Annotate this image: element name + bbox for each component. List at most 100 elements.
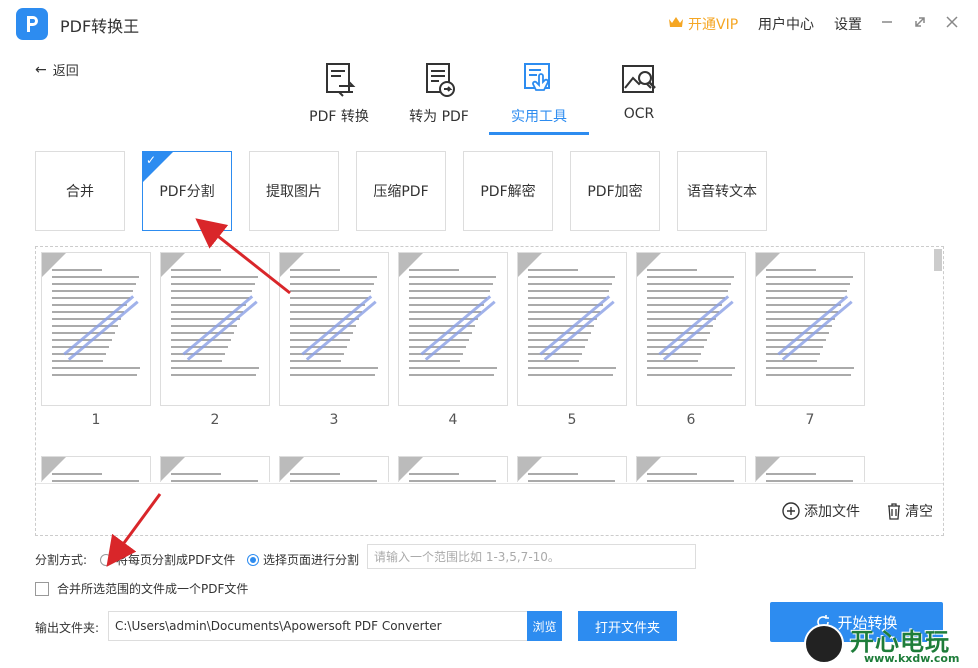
- page-thumbnails: 1 2 3 4 5 6 7: [36, 247, 931, 482]
- browse-button[interactable]: 浏览: [527, 611, 562, 641]
- text-line: [171, 353, 225, 355]
- tools-icon: [519, 60, 559, 100]
- user-center-link[interactable]: 用户中心: [758, 14, 814, 34]
- text-line: [766, 283, 850, 285]
- tab-label: 转为 PDF: [409, 109, 469, 125]
- radio-label: 选择页面进行分割: [263, 553, 360, 567]
- page-thumbnail[interactable]: [755, 252, 865, 406]
- vip-label: 开通VIP: [688, 17, 739, 33]
- text-line: [766, 360, 817, 362]
- radio-split-each-page[interactable]: 将每页分割成PDF文件: [100, 551, 235, 568]
- page-thumbnail[interactable]: [160, 252, 270, 406]
- page-thumbnail[interactable]: [279, 252, 389, 406]
- tool-merge[interactable]: 合并: [35, 151, 125, 231]
- tab-ocr[interactable]: OCR: [589, 60, 689, 136]
- tab-label: PDF 转换: [309, 109, 369, 125]
- text-line: [528, 283, 612, 285]
- page-thumbnail[interactable]: [636, 456, 746, 482]
- text-line: [647, 473, 697, 475]
- divider: [36, 483, 943, 484]
- thumbnail-corner: [756, 253, 780, 277]
- text-line: [171, 374, 256, 376]
- restore-icon[interactable]: [910, 12, 930, 32]
- tool-pdf-split[interactable]: ✓ PDF分割: [142, 151, 232, 231]
- text-line: [409, 269, 459, 271]
- text-line: [766, 269, 816, 271]
- tab-label: 实用工具: [511, 109, 567, 125]
- tool-label: 提取图片: [266, 184, 322, 200]
- text-line: [647, 480, 734, 482]
- text-line: [290, 290, 371, 292]
- merge-option[interactable]: 合并所选范围的文件成一个PDF文件: [35, 580, 248, 597]
- thumbnail-corner: [280, 457, 304, 481]
- page-thumbnail[interactable]: [398, 456, 508, 482]
- page-thumbnail[interactable]: [41, 456, 151, 482]
- tab-tools[interactable]: 实用工具: [489, 60, 589, 136]
- clear-button[interactable]: 清空: [886, 501, 933, 521]
- scrollbar[interactable]: [934, 249, 942, 479]
- tab-to-pdf[interactable]: 转为 PDF: [389, 60, 489, 136]
- page-thumbnail[interactable]: [279, 456, 389, 482]
- tab-pdf-convert[interactable]: PDF 转换: [289, 60, 389, 136]
- text-line: [171, 304, 246, 306]
- tool-label: 语音转文本: [687, 184, 757, 200]
- page-number: 2: [210, 412, 220, 428]
- merge-checkbox[interactable]: [35, 581, 49, 596]
- text-line: [171, 332, 234, 334]
- text-line: [647, 374, 732, 376]
- page-thumbnail[interactable]: [755, 456, 865, 482]
- file-drop-area[interactable]: 1 2 3 4 5 6 7 添加文件 清空: [35, 246, 944, 536]
- back-button[interactable]: ← 返回: [35, 60, 79, 80]
- text-line: [409, 297, 487, 299]
- clear-label: 清空: [905, 504, 933, 520]
- text-line: [290, 332, 353, 334]
- text-line: [528, 480, 615, 482]
- text-line: [171, 367, 259, 369]
- back-label: 返回: [52, 64, 79, 79]
- text-line: [171, 473, 221, 475]
- text-line: [52, 290, 133, 292]
- tool-compress-pdf[interactable]: 压缩PDF: [356, 151, 446, 231]
- page-thumbnail[interactable]: [398, 252, 508, 406]
- text-line: [647, 283, 731, 285]
- page-thumbnail[interactable]: [160, 456, 270, 482]
- page-thumbnail[interactable]: [517, 456, 627, 482]
- text-line: [171, 360, 222, 362]
- text-line: [766, 297, 844, 299]
- mascot-icon: [804, 624, 844, 664]
- text-line: [528, 297, 606, 299]
- add-file-button[interactable]: 添加文件: [782, 501, 860, 521]
- text-line: [290, 353, 344, 355]
- tool-pdf-decrypt[interactable]: PDF解密: [463, 151, 553, 231]
- radio-split-select-pages[interactable]: 选择页面进行分割: [247, 551, 359, 568]
- page-range-input[interactable]: [367, 544, 696, 569]
- tool-speech-to-text[interactable]: 语音转文本: [677, 151, 767, 231]
- text-line: [290, 269, 340, 271]
- text-line: [766, 473, 816, 475]
- scroll-thumb[interactable]: [934, 249, 942, 271]
- arrow-left-icon: ←: [35, 61, 47, 78]
- minimize-icon[interactable]: [877, 12, 897, 32]
- pdf-convert-icon: [319, 60, 359, 100]
- tool-label: 压缩PDF: [373, 184, 429, 200]
- to-pdf-icon: [419, 60, 459, 100]
- page-number: 6: [686, 412, 696, 428]
- settings-link[interactable]: 设置: [834, 14, 862, 34]
- radio-dot: [247, 553, 259, 566]
- page-thumbnail[interactable]: [636, 252, 746, 406]
- text-line: [290, 276, 377, 278]
- page-thumbnail[interactable]: [517, 252, 627, 406]
- thumbnail-corner: [756, 457, 780, 481]
- text-line: [528, 367, 616, 369]
- vip-button[interactable]: 开通VIP: [668, 14, 738, 34]
- thumbnail-corner: [637, 457, 661, 481]
- text-line: [52, 276, 139, 278]
- tool-extract-images[interactable]: 提取图片: [249, 151, 339, 231]
- text-line: [52, 360, 103, 362]
- tool-pdf-encrypt[interactable]: PDF加密: [570, 151, 660, 231]
- output-path-input[interactable]: [108, 611, 528, 641]
- close-icon[interactable]: [942, 12, 962, 32]
- text-line: [409, 473, 459, 475]
- page-thumbnail[interactable]: [41, 252, 151, 406]
- open-folder-button[interactable]: 打开文件夹: [578, 611, 677, 641]
